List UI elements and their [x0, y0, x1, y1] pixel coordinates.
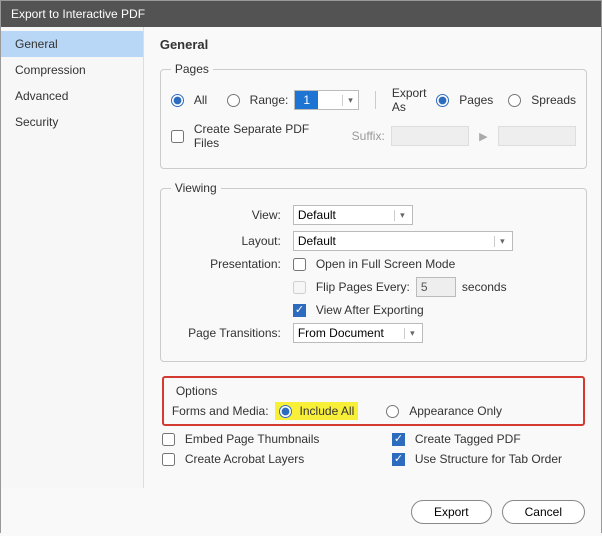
view-after-label: View After Exporting [316, 303, 424, 317]
chevron-down-icon[interactable]: ▾ [394, 210, 410, 221]
chevron-down-icon[interactable]: ▾ [494, 236, 510, 247]
forms-media-label: Forms and Media: [172, 404, 269, 418]
range-value[interactable]: 1 [295, 91, 318, 109]
sidebar-item-compression[interactable]: Compression [1, 57, 143, 83]
export-spreads-radio[interactable] [508, 94, 521, 107]
flip-seconds-input [416, 277, 456, 297]
create-separate-checkbox[interactable] [171, 130, 184, 143]
suffix-input-1 [391, 126, 469, 146]
cancel-button[interactable]: Cancel [502, 500, 585, 524]
pages-group: Pages All Range: 1 ▾ Export As Pages [160, 62, 587, 169]
transitions-value[interactable] [294, 324, 404, 342]
export-pages-radio[interactable] [436, 94, 449, 107]
flip-pages-checkbox [293, 281, 306, 294]
chevron-down-icon[interactable]: ▾ [404, 328, 420, 339]
highlight-annotation: Options Forms and Media: Include All App… [162, 376, 585, 426]
appearance-only-label: Appearance Only [409, 404, 502, 418]
export-pages-label: Pages [459, 93, 493, 107]
panel-title: General [160, 37, 587, 52]
layout-label: Layout: [171, 234, 281, 248]
sidebar-item-advanced[interactable]: Advanced [1, 83, 143, 109]
pages-all-label: All [194, 93, 207, 107]
tab-order-label: Use Structure for Tab Order [415, 452, 562, 466]
tagged-pdf-checkbox[interactable] [392, 433, 405, 446]
arrow-icon: ▶ [479, 130, 487, 143]
embed-thumbnails-checkbox[interactable] [162, 433, 175, 446]
view-after-checkbox[interactable] [293, 304, 306, 317]
range-combo[interactable]: 1 ▾ [294, 90, 359, 110]
export-as-label: Export As [392, 86, 430, 114]
pages-range-radio[interactable] [227, 94, 240, 107]
layout-value[interactable] [294, 232, 494, 250]
create-separate-label: Create Separate PDF Files [194, 122, 319, 150]
export-button[interactable]: Export [411, 500, 492, 524]
viewing-legend: Viewing [171, 181, 221, 195]
open-fullscreen-checkbox[interactable] [293, 258, 306, 271]
titlebar[interactable]: Export to Interactive PDF [1, 1, 601, 27]
window-title: Export to Interactive PDF [11, 7, 145, 21]
presentation-label: Presentation: [171, 257, 281, 271]
tagged-pdf-label: Create Tagged PDF [415, 432, 521, 446]
appearance-only-radio[interactable] [386, 405, 399, 418]
viewing-group: Viewing View: ▾ Layout: ▾ Prese [160, 181, 587, 362]
pages-all-radio[interactable] [171, 94, 184, 107]
divider [375, 91, 376, 109]
include-all-radio[interactable] [279, 405, 292, 418]
sidebar-item-general[interactable]: General [1, 31, 143, 57]
acrobat-layers-checkbox[interactable] [162, 453, 175, 466]
include-all-label: Include All [300, 404, 355, 418]
export-spreads-label: Spreads [531, 93, 576, 107]
options-legend: Options [172, 384, 575, 398]
suffix-input-2 [498, 126, 576, 146]
pages-range-label: Range: [250, 93, 289, 107]
acrobat-layers-label: Create Acrobat Layers [185, 452, 304, 466]
view-label: View: [171, 208, 281, 222]
include-all-highlight: Include All [275, 402, 359, 420]
export-dialog: Export to Interactive PDF General Compre… [0, 0, 602, 533]
pages-legend: Pages [171, 62, 213, 76]
open-fullscreen-label: Open in Full Screen Mode [316, 257, 455, 271]
transitions-combo[interactable]: ▾ [293, 323, 423, 343]
sidebar: General Compression Advanced Security [1, 27, 144, 488]
layout-combo[interactable]: ▾ [293, 231, 513, 251]
sidebar-item-security[interactable]: Security [1, 109, 143, 135]
suffix-label: Suffix: [352, 129, 385, 143]
embed-thumbnails-label: Embed Page Thumbnails [185, 432, 320, 446]
flip-pages-label: Flip Pages Every: [316, 280, 410, 294]
view-combo[interactable]: ▾ [293, 205, 413, 225]
view-value[interactable] [294, 206, 394, 224]
options-group: Options Forms and Media: Include All App… [160, 374, 587, 476]
main-panel: General Pages All Range: 1 ▾ Export As [144, 27, 601, 488]
chevron-down-icon[interactable]: ▾ [342, 95, 358, 106]
tab-order-checkbox[interactable] [392, 453, 405, 466]
footer: Export Cancel [1, 488, 601, 536]
seconds-label: seconds [462, 280, 507, 294]
transitions-label: Page Transitions: [171, 326, 281, 340]
